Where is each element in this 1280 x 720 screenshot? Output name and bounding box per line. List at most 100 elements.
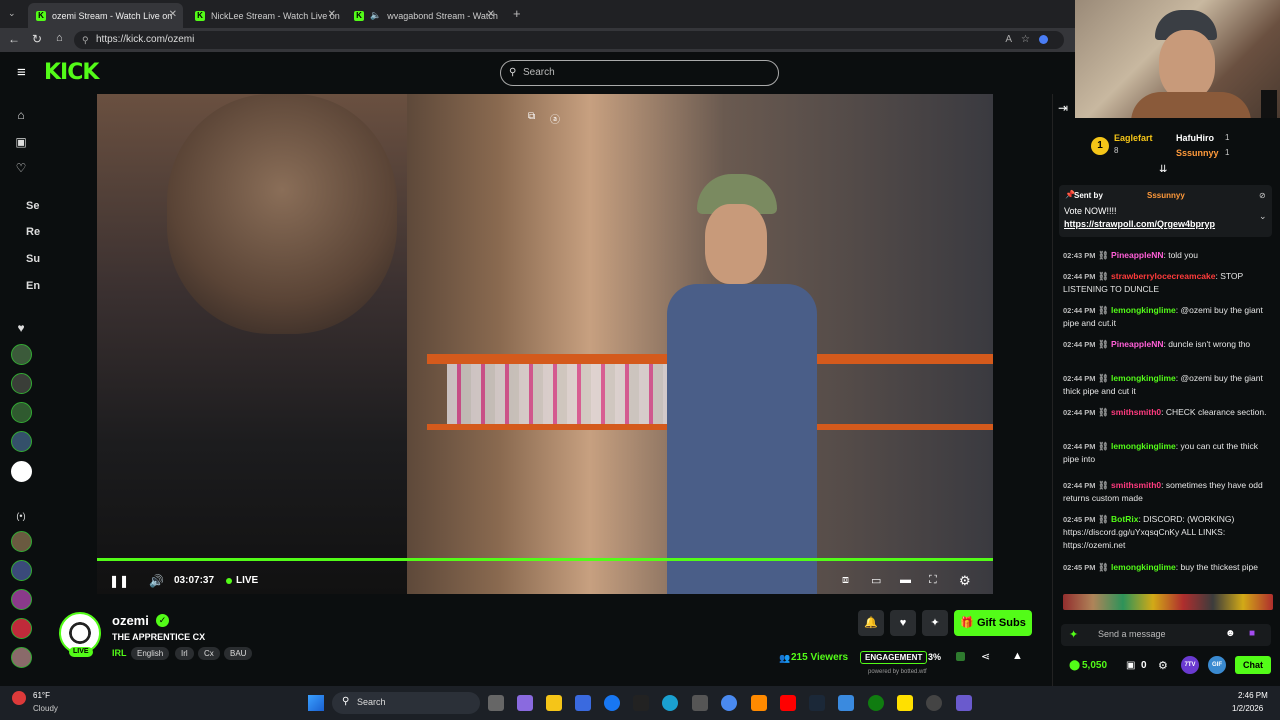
calculator-icon[interactable]: [692, 695, 708, 711]
windows-start-icon[interactable]: [308, 695, 324, 711]
sent-by-user[interactable]: Sssunnyy: [1147, 191, 1185, 200]
message-username[interactable]: lemongkinglime: [1111, 562, 1176, 572]
read-aloud-icon[interactable]: A: [1005, 31, 1012, 49]
report-icon[interactable]: ▲: [1012, 650, 1023, 662]
copilot-icon[interactable]: [517, 695, 533, 711]
extension-emote-icon[interactable]: ■: [1249, 628, 1255, 639]
message-username[interactable]: BotRix: [1111, 514, 1138, 524]
back-icon[interactable]: ←: [8, 32, 20, 46]
following-heart-icon[interactable]: ♡: [13, 160, 29, 176]
app-icon[interactable]: [838, 695, 854, 711]
chrome-icon[interactable]: [721, 695, 737, 711]
settings-gear-icon[interactable]: ⚙: [959, 573, 971, 589]
home-icon[interactable]: ⌂: [13, 107, 29, 123]
steam-icon[interactable]: [809, 695, 825, 711]
task-view-icon[interactable]: [488, 695, 504, 711]
browse-icon[interactable]: ▣: [13, 134, 29, 150]
leaderboard-first-name[interactable]: Eaglefart: [1114, 133, 1153, 143]
message-username[interactable]: strawberrylocecreamcake: [1111, 271, 1215, 281]
follow-heart-button[interactable]: ♥: [890, 610, 916, 636]
sidebar-item-1[interactable]: Re: [26, 226, 40, 238]
followed-channel-avatar[interactable]: [11, 344, 32, 365]
taskbar-search[interactable]: ⚲ Search: [332, 692, 480, 714]
search-input[interactable]: ⚲ Search: [500, 60, 779, 86]
fullscreen-icon[interactable]: ⛶: [929, 574, 937, 587]
volume-icon[interactable]: 🔊: [149, 574, 164, 588]
message-input[interactable]: ✦ Send a message ☻ ■: [1061, 624, 1271, 646]
kick-logo[interactable]: KICK: [44, 60, 99, 85]
followed-channel-avatar[interactable]: [11, 431, 32, 452]
tag-english[interactable]: English: [131, 647, 170, 660]
tag-bau[interactable]: BAU: [224, 647, 253, 660]
vlc-icon[interactable]: [751, 695, 767, 711]
tag-cx[interactable]: Cx: [198, 647, 220, 660]
collapse-chat-icon[interactable]: ⇥: [1058, 101, 1068, 115]
message-username[interactable]: smithsmith0: [1111, 480, 1161, 490]
recommended-channel-avatar[interactable]: [11, 618, 32, 639]
followed-channel-avatar[interactable]: [11, 461, 32, 482]
amazon-icon[interactable]: [633, 695, 649, 711]
sparkle-button[interactable]: ✦: [922, 610, 948, 636]
gift-subs-button[interactable]: 🎁 Gift Subs: [954, 610, 1032, 636]
recommended-channel-avatar[interactable]: [11, 531, 32, 552]
miniplayer-icon[interactable]: ⧈: [842, 574, 849, 587]
message-username[interactable]: PineappleNN: [1111, 250, 1163, 260]
badge-7tv[interactable]: 7TV: [1181, 656, 1199, 674]
file-explorer-icon[interactable]: [546, 695, 562, 711]
menu-icon[interactable]: ≡: [17, 64, 26, 81]
extension-icon[interactable]: [1039, 35, 1048, 44]
url-field[interactable]: ⚲ https://kick.com/ozemi A ☆: [74, 31, 1064, 49]
recommended-channel-avatar[interactable]: [11, 647, 32, 668]
active-app-icon[interactable]: [956, 695, 972, 711]
close-tab-icon[interactable]: ✕: [169, 9, 177, 20]
streamer-name[interactable]: ozemi: [112, 613, 149, 628]
sidebar-item-0[interactable]: Se: [26, 200, 39, 212]
message-username[interactable]: PineappleNN: [1111, 339, 1163, 349]
edge-icon[interactable]: [662, 695, 678, 711]
leaderboard-third-name[interactable]: Sssunnyy: [1176, 148, 1219, 158]
chat-send-button[interactable]: Chat: [1235, 656, 1271, 674]
new-tab-icon[interactable]: +: [513, 6, 521, 21]
recommended-channel-avatar[interactable]: [11, 589, 32, 610]
followed-channel-avatar[interactable]: [11, 373, 32, 394]
badge-gif[interactable]: GIF: [1208, 656, 1226, 674]
stream-category[interactable]: IRL: [112, 648, 127, 658]
tag-irl[interactable]: Irl: [175, 647, 194, 660]
message-username[interactable]: lemongkinglime: [1111, 373, 1176, 383]
clip-icon[interactable]: ⧉: [528, 111, 535, 122]
sidebar-item-3[interactable]: En: [26, 280, 40, 292]
tab-ozemi[interactable]: K ozemi Stream - Watch Live on ✕: [28, 3, 183, 28]
theater-icon[interactable]: ▬: [900, 574, 911, 586]
message-username[interactable]: lemongkinglime: [1111, 441, 1176, 451]
notes-icon[interactable]: [897, 695, 913, 711]
home-icon[interactable]: ⌂: [56, 32, 63, 44]
clock-date[interactable]: 1/2/2026: [1232, 704, 1263, 713]
translate-icon[interactable]: ⓐ: [550, 111, 560, 126]
tab-nicklee[interactable]: K NickLee Stream - Watch Live on K ✕: [187, 3, 342, 28]
followed-channel-avatar[interactable]: [11, 402, 32, 423]
expand-pinned-icon[interactable]: ⌄: [1259, 211, 1267, 222]
tab-wvagabond[interactable]: K 🔈 wvagabond Stream - Watch L ✕: [346, 3, 501, 28]
youtube-icon[interactable]: [780, 695, 796, 711]
favorite-star-icon[interactable]: ☆: [1021, 31, 1030, 49]
video-player[interactable]: ⧉ ⓐ: [97, 94, 993, 594]
weather-temp[interactable]: 61°F: [33, 691, 50, 700]
unpin-icon[interactable]: ⊘: [1259, 191, 1266, 200]
pip-icon[interactable]: ▭: [871, 574, 881, 587]
leaderboard-second-name[interactable]: HafuHiro: [1176, 133, 1214, 143]
video-progress-bar[interactable]: [97, 558, 993, 561]
close-tab-icon[interactable]: ✕: [328, 9, 336, 20]
emote-bar[interactable]: [1063, 594, 1273, 610]
clock-time[interactable]: 2:46 PM: [1238, 691, 1268, 700]
chat-settings-icon[interactable]: ⚙: [1158, 659, 1168, 672]
notification-bell-button[interactable]: 🔔: [858, 610, 884, 636]
recommended-channel-avatar[interactable]: [11, 560, 32, 581]
expand-leaderboard-icon[interactable]: ⇊: [1159, 164, 1167, 175]
xbox-icon[interactable]: [868, 695, 884, 711]
obs-icon[interactable]: [926, 695, 942, 711]
share-icon[interactable]: ⋖: [981, 650, 990, 663]
tab-list-chevron-icon[interactable]: ⌄: [8, 8, 16, 19]
emoji-icon[interactable]: ☻: [1225, 628, 1236, 639]
close-tab-icon[interactable]: ✕: [487, 9, 495, 20]
message-username[interactable]: smithsmith0: [1111, 407, 1161, 417]
